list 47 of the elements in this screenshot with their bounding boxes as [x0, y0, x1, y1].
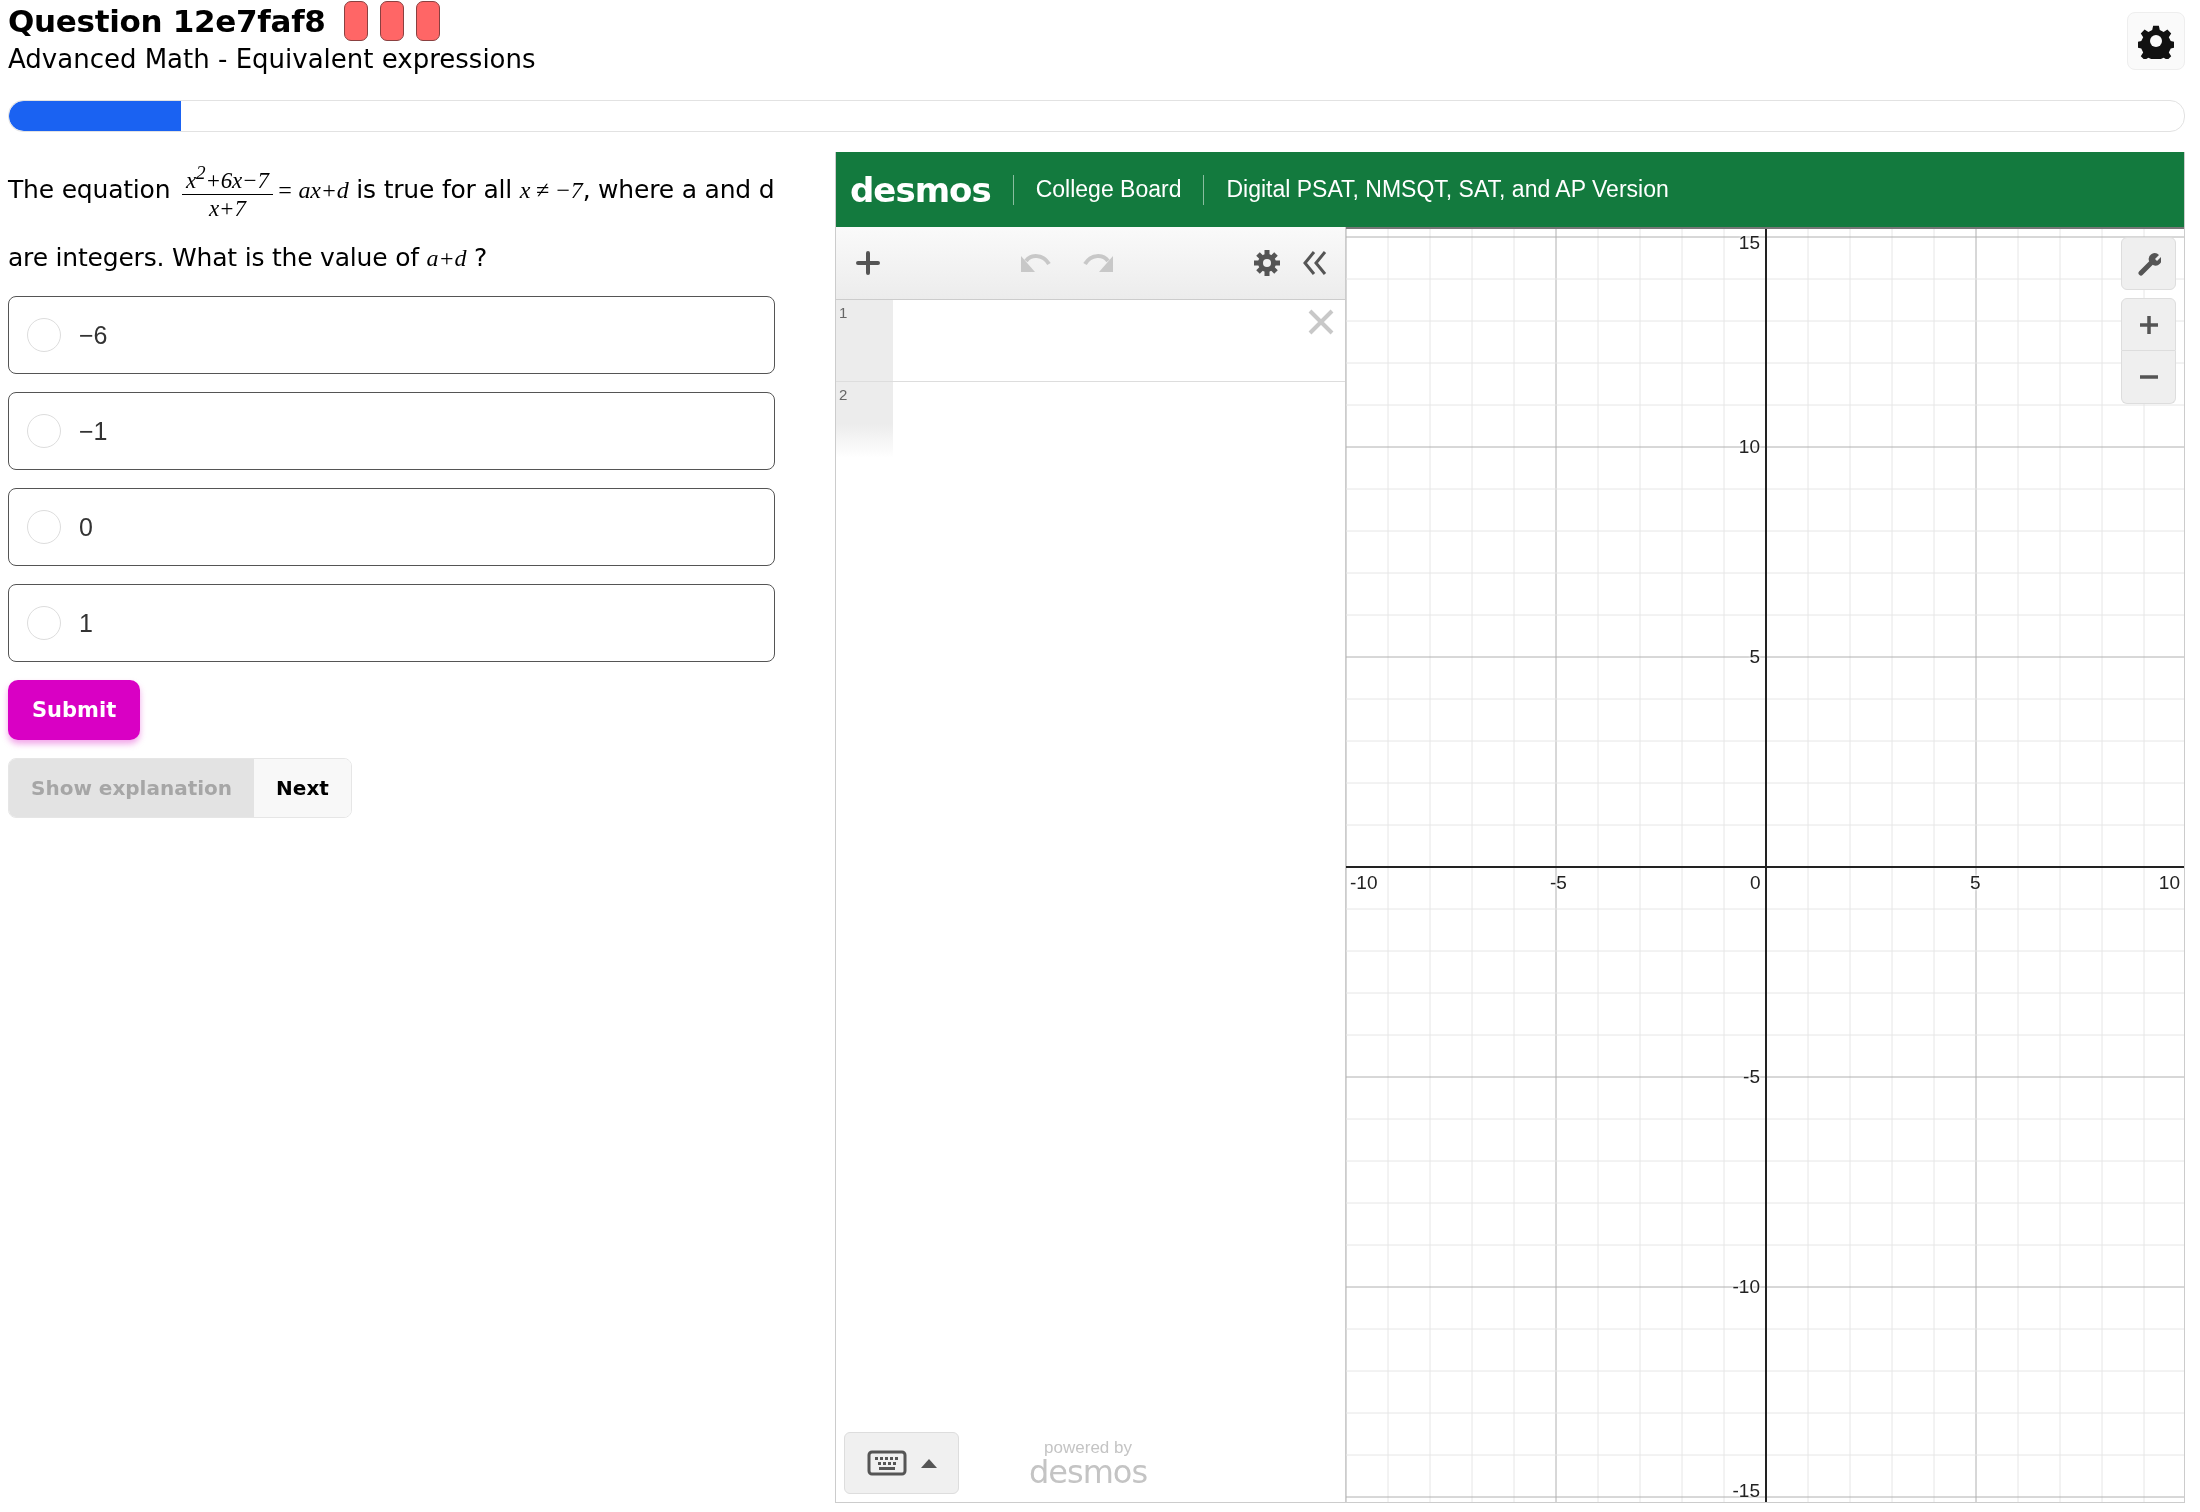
axis-label: -10	[1350, 873, 1378, 893]
minus-icon	[2138, 375, 2159, 379]
settings-icon	[2138, 23, 2174, 59]
axis-label: 0	[1750, 873, 1761, 893]
axis-label: 5	[1749, 647, 1760, 667]
axis-label: 15	[1738, 233, 1760, 253]
desmos-logo: desmos	[1029, 1456, 1148, 1488]
plus-icon	[2138, 314, 2159, 335]
next-button[interactable]: Next	[254, 759, 351, 817]
delete-button[interactable]	[1307, 308, 1335, 336]
zoom-in-button[interactable]	[2121, 298, 2176, 351]
double-chevron-icon	[1303, 250, 1327, 276]
axis-label: -15	[1732, 1481, 1760, 1501]
axis-label: 10	[1738, 437, 1760, 457]
undo-icon	[1018, 252, 1051, 274]
wrench-icon	[2136, 251, 2161, 276]
axis-label: -5	[1743, 1067, 1760, 1087]
gear-icon	[1253, 249, 1281, 277]
caret-icon	[920, 1458, 937, 1468]
collapse-button[interactable]	[1303, 250, 1327, 276]
axis-label: 5	[1970, 873, 1981, 893]
add-item-button[interactable]	[856, 251, 880, 275]
brand-label: College Board	[1034, 176, 1183, 203]
answer-choice[interactable]: −1	[8, 392, 775, 470]
plus-icon	[856, 251, 880, 275]
submit-button[interactable]: Submit	[8, 680, 141, 740]
answer-choice[interactable]: −6	[8, 296, 775, 374]
answer-choice[interactable]: 1	[8, 584, 775, 662]
desmos-logo: desmos	[849, 169, 992, 210]
axis-label: -5	[1550, 873, 1567, 893]
redo-icon	[1082, 252, 1115, 274]
line-number: 1	[836, 300, 893, 381]
question-title: Question 12e7faf8	[8, 3, 326, 39]
axis-label: -10	[1732, 1277, 1760, 1297]
version-label: Digital PSAT, NMSQT, SAT, and AP Version	[1225, 176, 1670, 203]
settings-button[interactable]	[1253, 249, 1281, 277]
keyboard-button[interactable]	[844, 1432, 959, 1494]
undo-button[interactable]	[1018, 252, 1051, 274]
question-category: Advanced Math - Equivalent expressions	[8, 44, 537, 74]
redo-button[interactable]	[1082, 252, 1115, 274]
keyboard-icon	[866, 1450, 907, 1476]
powered-by-label: powered by	[1044, 1439, 1132, 1456]
axis-label: 10	[2158, 873, 2180, 893]
zoom-out-button[interactable]	[2121, 351, 2176, 404]
close-icon	[1307, 308, 1335, 336]
graph-settings-button[interactable]	[2121, 237, 2176, 290]
answer-choice[interactable]: 0	[8, 488, 775, 566]
